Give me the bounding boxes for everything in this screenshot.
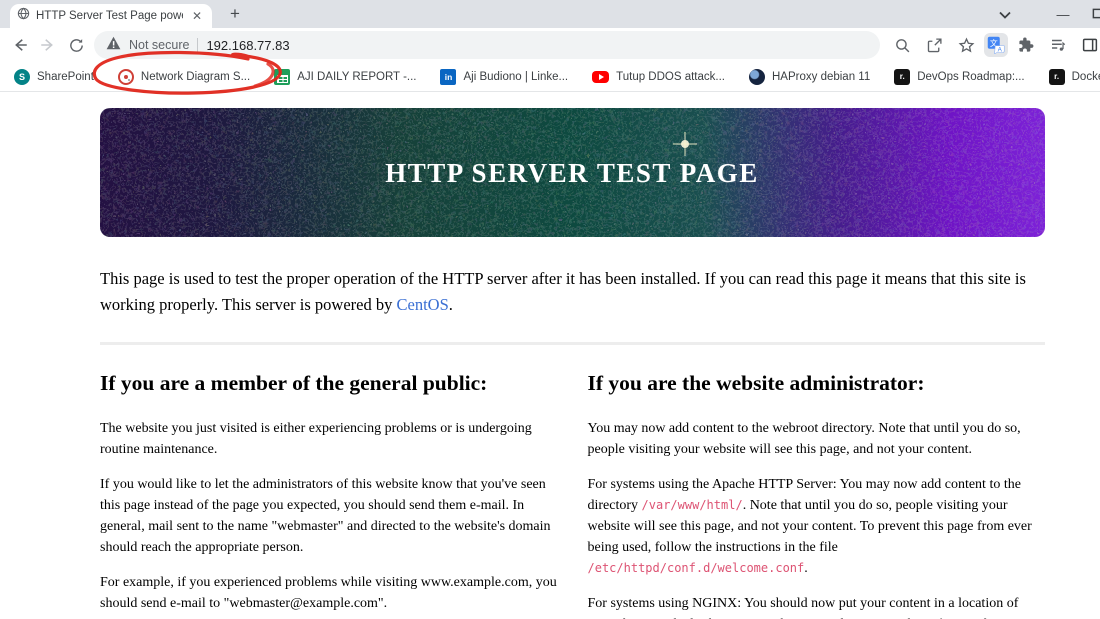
roadmap-icon: r. <box>1048 68 1065 85</box>
tab-http-server-test-page[interactable]: HTTP Server Test Page powered ✕ <box>10 4 212 28</box>
bookmark-youtube-ddos[interactable]: Tutup DDOS attack... <box>592 70 725 83</box>
google-sheets-icon <box>274 68 291 85</box>
bookmark-label: Aji Budiono | Linke... <box>463 70 569 83</box>
bookmark-haproxy[interactable]: HAProxy debian 11 <box>749 68 871 85</box>
media-playlist-icon[interactable] <box>1044 31 1072 59</box>
bookmark-sharepoint[interactable]: S SharePoint <box>14 68 94 85</box>
linkedin-icon: in <box>440 68 457 85</box>
url-divider <box>197 38 199 52</box>
page-content: HTTP SERVER TEST PAGE This page is used … <box>0 92 1100 619</box>
general-public-p1: The website you just visited is either e… <box>100 421 532 457</box>
general-public-heading: If you are a member of the general publi… <box>100 371 488 395</box>
bookmark-label: Docker Roadmap -... <box>1071 70 1100 83</box>
minimize-button[interactable]: — <box>1046 7 1080 22</box>
side-panel-icon[interactable] <box>1076 31 1100 59</box>
apache-text-3: . <box>804 561 808 576</box>
toolbar: Not secure 192.168.77.83 文A <box>0 28 1100 95</box>
bookmark-linkedin[interactable]: in Aji Budiono | Linke... <box>440 68 569 85</box>
bookmark-star-icon[interactable] <box>952 31 980 59</box>
nginx-text: For systems using NGINX: You should now … <box>587 596 1019 619</box>
back-icon[interactable] <box>6 31 34 59</box>
tab-close-icon[interactable]: ✕ <box>189 9 205 23</box>
bookmark-label: Network Diagram S... <box>140 70 251 83</box>
apache-path-code: /var/www/html/ <box>641 498 743 512</box>
url-text: 192.168.77.83 <box>206 37 290 53</box>
administrator-p3-nginx: For systems using NGINX: You should now … <box>588 593 1046 619</box>
intro-text-end: . <box>448 295 453 314</box>
security-label: Not secure <box>129 38 190 52</box>
bookmark-label: DevOps Roadmap:... <box>917 70 1025 83</box>
banner-title: HTTP SERVER TEST PAGE <box>385 158 758 188</box>
search-icon[interactable] <box>888 31 916 59</box>
network-diagram-icon <box>117 68 134 85</box>
bookmark-label: HAProxy debian 11 <box>772 70 871 83</box>
intro-text: This page is used to test the proper ope… <box>100 269 1026 314</box>
bookmark-label: AJI DAILY REPORT -... <box>297 70 417 83</box>
horizontal-rule <box>100 342 1045 345</box>
general-public-p3: For example, if you experienced problems… <box>100 575 557 611</box>
new-tab-button[interactable]: + <box>224 3 246 25</box>
youtube-icon <box>592 70 610 83</box>
banner-image: HTTP SERVER TEST PAGE <box>100 108 1045 237</box>
administrator-heading: If you are the website administrator: <box>587 371 925 395</box>
administrator-column: If you are the website administrator: Yo… <box>588 370 1046 619</box>
centos-link[interactable]: CentOS <box>396 295 448 314</box>
globe-favicon-icon <box>17 7 30 25</box>
address-bar[interactable]: Not secure 192.168.77.83 <box>94 31 880 59</box>
intro-paragraph: This page is used to test the proper ope… <box>100 266 1045 318</box>
welcome-conf-code: /etc/httpd/conf.d/welcome.conf <box>587 561 805 575</box>
tab-search-chevron-icon[interactable] <box>988 7 1022 22</box>
share-icon[interactable] <box>920 31 948 59</box>
two-column-section: If you are a member of the general publi… <box>100 370 1045 619</box>
bookmarks-bar: S SharePoint Network Diagram S... AJI DA… <box>0 62 1100 92</box>
administrator-p2-apache: For systems using the Apache HTTP Server… <box>588 474 1046 579</box>
administrator-p1: You may now add content to the webroot d… <box>587 421 1021 457</box>
browser-window: HTTP Server Test Page powered ✕ + — <box>0 0 1100 619</box>
google-translate-icon[interactable]: 文A <box>984 33 1008 57</box>
general-public-p2: If you would like to let the administrat… <box>100 477 551 555</box>
not-secure-warning-icon <box>106 36 121 55</box>
bookmark-docker-roadmap[interactable]: r. Docker Roadmap -... <box>1048 68 1100 85</box>
bookmark-label: SharePoint <box>37 70 94 83</box>
bookmark-devops-roadmap[interactable]: r. DevOps Roadmap:... <box>894 68 1025 85</box>
roadmap-icon: r. <box>894 68 911 85</box>
extensions-puzzle-icon[interactable] <box>1012 31 1040 59</box>
bookmark-network-diagram[interactable]: Network Diagram S... <box>117 68 251 85</box>
tab-title: HTTP Server Test Page powered <box>36 10 183 22</box>
haproxy-icon <box>749 68 765 85</box>
sharepoint-icon: S <box>14 68 30 85</box>
svg-text:A: A <box>998 46 1003 53</box>
toolbar-right-icons: 文A <box>888 31 1098 59</box>
reload-icon[interactable] <box>62 31 90 59</box>
forward-icon[interactable] <box>34 31 62 59</box>
bookmark-aji-daily-report[interactable]: AJI DAILY REPORT -... <box>274 68 417 85</box>
tab-strip: HTTP Server Test Page powered ✕ + — <box>0 0 1100 28</box>
general-public-column: If you are a member of the general publi… <box>100 370 558 619</box>
window-controls: — <box>988 0 1100 28</box>
maximize-button[interactable] <box>1080 7 1100 22</box>
bookmark-label: Tutup DDOS attack... <box>616 70 725 83</box>
